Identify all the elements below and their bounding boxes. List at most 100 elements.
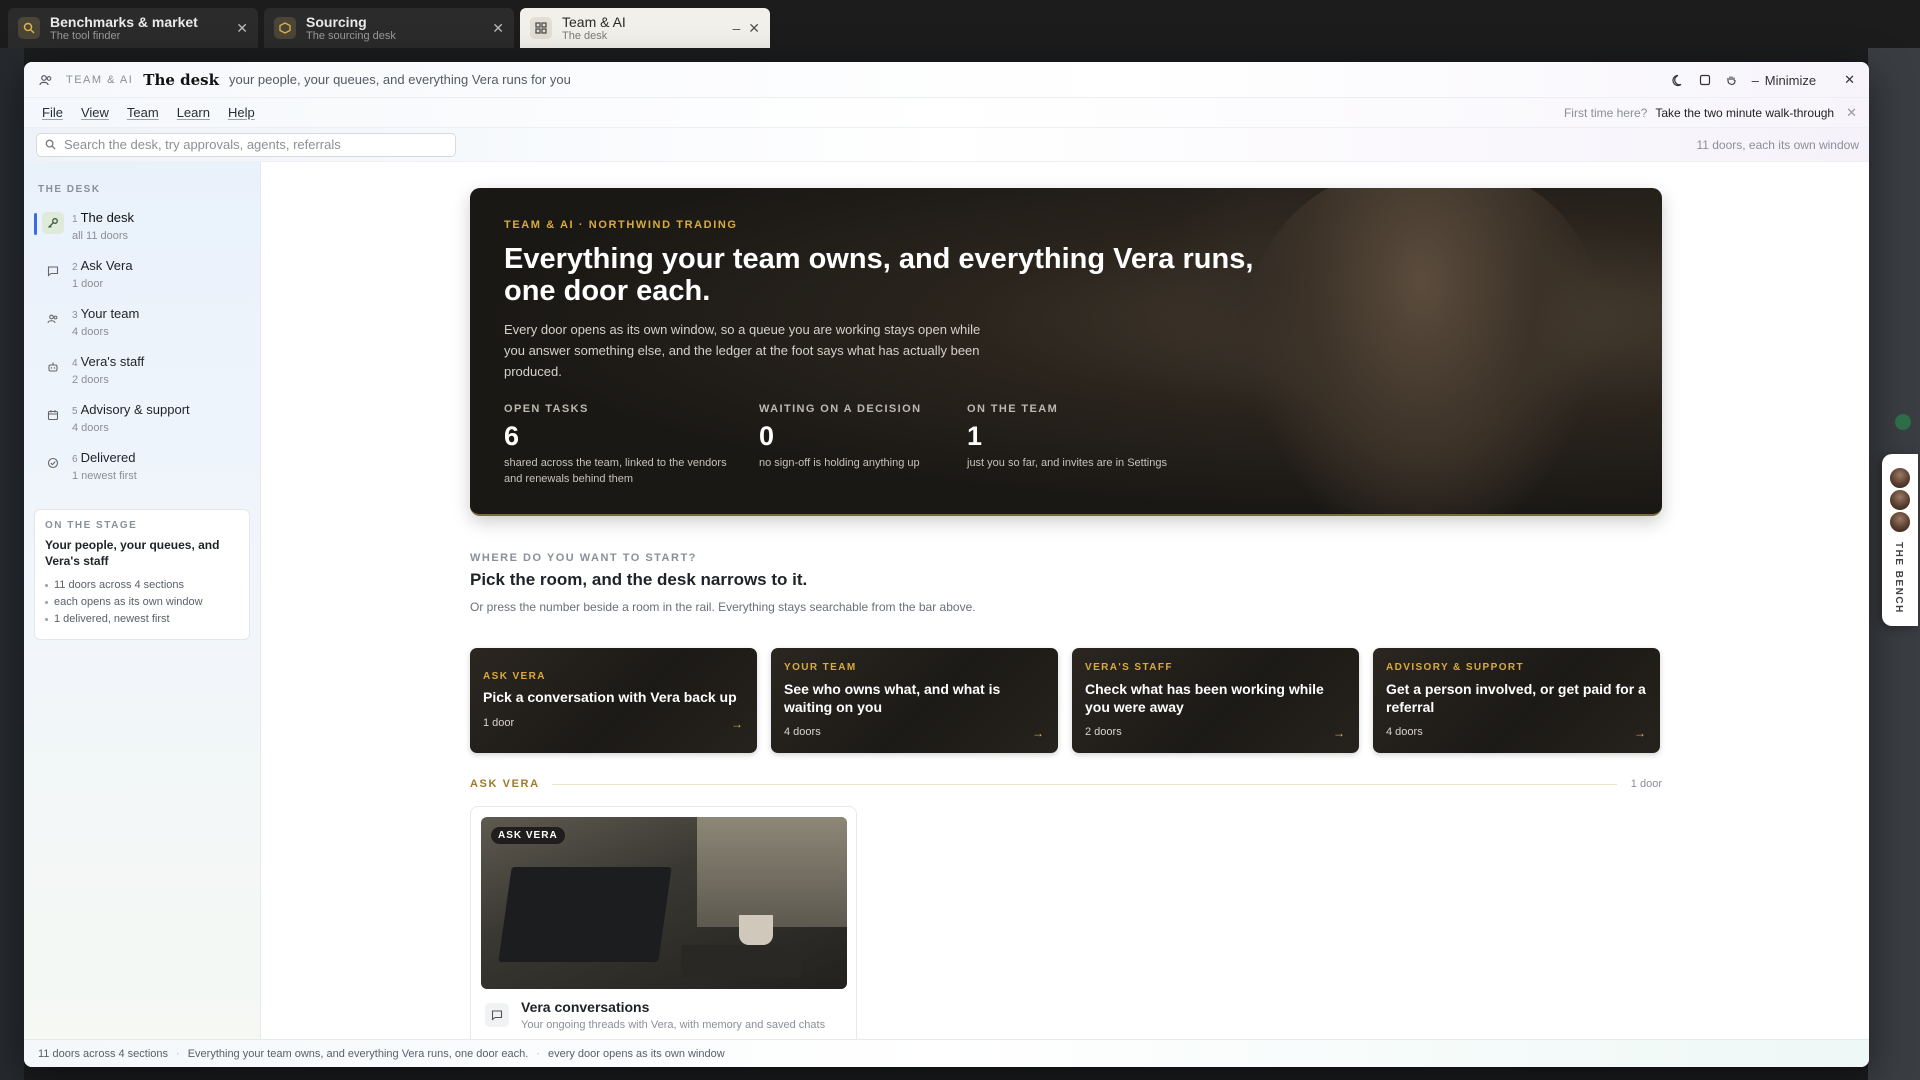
room-title: Get a person involved, or get paid for a… [1386,681,1646,716]
sidebar-item-number: 4 [72,358,78,369]
sidebar-item-delivered[interactable]: 6 Delivered 1 newest first [34,447,250,495]
stat-description: just you so far, and invites are in Sett… [967,457,1167,469]
room-title: Pick a conversation with Vera back up [483,689,737,705]
room-doors: 1 door [483,717,515,729]
avatar[interactable] [1888,488,1912,512]
moon-icon[interactable] [1672,74,1685,87]
search-input[interactable]: Search the desk, try approvals, agents, … [36,132,456,157]
door-card-subtitle: Your ongoing threads with Vera, with mem… [521,1019,826,1031]
close-icon[interactable]: ✕ [748,20,760,37]
door-card-vera-conversations[interactable]: ASK VERA Vera conversations Your ongoing… [470,806,857,1039]
box-icon [274,17,296,39]
robot-icon [42,356,64,378]
sidebar-section-label: THE DESK [38,184,101,195]
menu-learn[interactable]: Learn [177,105,210,120]
room-title: See who owns what, and what is waiting o… [784,681,1001,716]
sidebar-item-number: 5 [72,406,78,417]
the-bench-panel[interactable]: THE BENCH [1882,454,1918,626]
hero-photo-person [1242,188,1602,514]
close-icon[interactable]: ✕ [492,20,504,37]
tab-benchmarks[interactable]: Benchmarks & market The tool finder ✕ [8,8,258,48]
check-circle-icon [42,452,64,474]
start-body: Or press the number beside a room in the… [470,600,976,614]
search-row: Search the desk, try approvals, agents, … [24,128,1869,162]
photo-cup [739,915,773,945]
walkthrough-question: First time here? [1563,106,1648,120]
people-icon [36,70,56,90]
room-kicker: ASK VERA [483,671,546,682]
sidebar-item-your-team[interactable]: 3 Your team 4 doors [34,303,250,351]
room-card-ask-vera[interactable]: ASK VERA Pick a conversation with Vera b… [470,648,757,753]
hand-icon[interactable] [1725,74,1738,87]
sidebar-item-sub: 1 newest first [72,470,137,483]
tab-team-ai[interactable]: Team & AI The desk – ✕ [520,8,770,48]
tab-subtitle: The desk [562,29,608,42]
door-card-photo: ASK VERA [481,817,847,989]
minimize-button[interactable]: – Minimize [1752,73,1817,88]
status-separator: · [536,1047,540,1060]
room-card-your-team[interactable]: YOUR TEAM See who owns what, and what is… [771,648,1058,753]
sidebar: THE DESK 1 The desk all 11 doors 2 Ask Ver… [24,162,261,1039]
room-kicker: ADVISORY & SUPPORT [1386,662,1524,673]
window-kicker: TEAM & AI [66,73,134,86]
close-icon[interactable]: ✕ [1846,105,1857,121]
sidebar-item-advisory-support[interactable]: 5 Advisory & support 4 doors [34,399,250,447]
room-card-veras-staff[interactable]: VERA'S STAFF Check what has been working… [1072,648,1359,753]
room-doors: 4 doors [784,726,821,738]
hero-banner: TEAM & AI · NORTHWIND TRADING Everything… [470,188,1662,516]
arrow-right-icon: → [1032,726,1044,740]
on-the-stage-panel: ON THE STAGE Your people, your queues, a… [34,509,250,640]
main-content: TEAM & AI · NORTHWIND TRADING Everything… [262,162,1869,1039]
sidebar-item-label: Vera's staff [80,354,145,369]
close-icon[interactable]: ✕ [1844,72,1855,88]
photo-laptop [498,867,672,962]
sidebar-item-number: 2 [72,262,78,273]
sidebar-item-the-desk[interactable]: 1 The desk all 11 doors [34,207,250,255]
close-icon[interactable]: ✕ [236,20,248,37]
menu-view[interactable]: View [81,105,109,120]
room-title: Check what has been working while you we… [1085,681,1324,716]
avatar[interactable] [1888,510,1912,534]
sidebar-item-label: Delivered [80,450,136,465]
stat-value: 0 [759,421,775,451]
people-icon [42,308,64,330]
stage-heading: Your people, your queues, and Vera's sta… [45,538,220,569]
room-card-advisory-support[interactable]: ADVISORY & SUPPORT Get a person involved… [1373,648,1660,753]
minus-icon: – [1751,72,1759,88]
window-subtitle: your people, your queues, and everything… [229,72,571,87]
doors-note: 11 doors, each its own window [1696,137,1859,152]
tab-sourcing[interactable]: Sourcing The sourcing desk ✕ [264,8,514,48]
menu-help[interactable]: Help [228,105,255,120]
maximize-icon[interactable] [1699,74,1711,86]
sidebar-item-sub: 4 doors [72,326,109,339]
chat-icon [42,260,64,282]
stat-open-tasks: OPEN TASKS 6 shared across the team, lin… [504,403,734,488]
avatar[interactable] [1888,466,1912,490]
search-placeholder: Search the desk, try approvals, agents, … [64,137,341,152]
sidebar-item-number: 1 [72,214,78,225]
stat-label: WAITING ON A DECISION [759,403,922,415]
menu-file[interactable]: File [42,105,63,120]
calendar-icon [42,404,64,426]
section-count: 1 door [1630,778,1662,790]
door-card-title: Vera conversations [521,999,650,1015]
tab-strip: Benchmarks & market The tool finder ✕ So… [0,0,1920,48]
start-kicker: WHERE DO YOU WANT TO START? [470,552,697,564]
window-titlebar: TEAM & AI The desk your people, your que… [24,62,1869,98]
sidebar-item-ask-vera[interactable]: 2 Ask Vera 1 door [34,255,250,303]
tab-title: Benchmarks & market [50,13,198,30]
stat-label: OPEN TASKS [504,403,589,415]
walkthrough-link[interactable]: Take the two minute walk-through [1655,106,1834,120]
section-divider [551,783,1617,785]
tab-subtitle: The tool finder [50,29,121,42]
sidebar-item-veras-staff[interactable]: 4 Vera's staff 2 doors [34,351,250,399]
sidebar-item-number: 3 [72,310,78,321]
minimize-icon[interactable]: – [732,20,740,36]
menu-team[interactable]: Team [127,105,159,120]
sidebar-item-label: The desk [80,210,135,225]
grid-icon [530,17,552,39]
section-label: ASK VERA [470,778,540,790]
sidebar-item-sub: all 11 doors [72,230,129,243]
stat-value: 6 [504,421,520,451]
tab-subtitle: The sourcing desk [306,29,396,42]
